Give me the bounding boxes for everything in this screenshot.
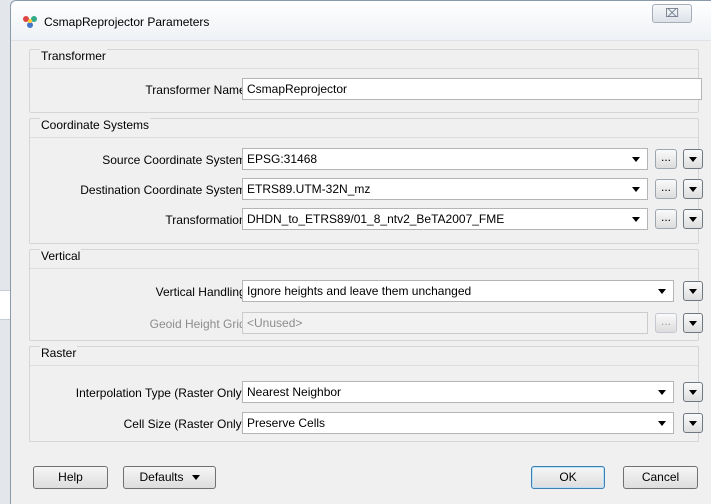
vertical-handling-value: Ignore heights and leave them unchanged (247, 284, 472, 298)
transformation-menu-button[interactable] (683, 209, 703, 229)
transformation-browse-button[interactable]: ... (655, 209, 677, 229)
geoid-browse-button[interactable]: ... (655, 313, 677, 333)
destination-cs-select[interactable]: ETRS89.UTM-32N_mz (242, 178, 648, 200)
background-window-edge (0, 290, 10, 320)
geoid-height-grid-input[interactable]: <Unused> (242, 312, 648, 334)
source-cs-value: EPSG:31468 (247, 152, 318, 166)
group-coordinate-systems: Coordinate Systems Source Coordinate Sys… (29, 118, 703, 244)
group-title-coordinate-systems: Coordinate Systems (40, 118, 151, 132)
parameters-dialog: CsmapReprojector Parameters ⌧ Transforme… (10, 0, 711, 504)
group-separator (30, 365, 698, 366)
transformation-value: DHDN_to_ETRS89/01_8_ntv2_BeTA2007_FME (247, 212, 505, 226)
chevron-down-icon (632, 157, 640, 162)
interpolation-type-value: Nearest Neighbor (247, 385, 342, 399)
cell-size-select[interactable]: Preserve Cells (242, 412, 674, 434)
transformation-select[interactable]: DHDN_to_ETRS89/01_8_ntv2_BeTA2007_FME (242, 208, 648, 230)
group-raster: Raster Interpolation Type (Raster Only):… (29, 346, 703, 442)
chevron-down-icon (632, 187, 640, 192)
geoid-height-grid-label: Geoid Height Grid: (149, 317, 249, 331)
cell-size-menu-button[interactable] (683, 413, 703, 433)
group-vertical: Vertical Vertical Handling: Ignore heigh… (29, 249, 703, 341)
cancel-button[interactable]: Cancel (623, 466, 698, 489)
chevron-down-icon (632, 217, 640, 222)
group-title-raster: Raster (40, 346, 78, 360)
destination-cs-menu-button[interactable] (683, 179, 703, 199)
ok-button[interactable]: OK (531, 466, 605, 489)
group-transformer: Transformer Transformer Name: CsmapRepro… (29, 49, 702, 113)
interpolation-type-menu-button[interactable] (683, 382, 703, 402)
chevron-down-icon (191, 475, 200, 481)
defaults-label: Defaults (139, 470, 184, 484)
window-title: CsmapReprojector Parameters (44, 15, 210, 29)
chevron-down-icon (658, 421, 666, 426)
transformation-label: Transformation: (165, 213, 249, 227)
vertical-handling-label: Vertical Handling: (155, 285, 249, 299)
interpolation-type-label: Interpolation Type (Raster Only): (75, 386, 249, 400)
destination-cs-value: ETRS89.UTM-32N_mz (247, 182, 371, 196)
transformer-name-input[interactable]: CsmapReprojector (242, 78, 702, 100)
destination-cs-label: Destination Coordinate System: (80, 183, 249, 197)
source-cs-browse-button[interactable]: ... (655, 149, 677, 169)
group-separator (30, 268, 698, 269)
source-cs-label: Source Coordinate System: (102, 153, 249, 167)
cell-size-label: Cell Size (Raster Only): (123, 417, 249, 431)
chevron-down-icon (658, 289, 666, 294)
title-bar: CsmapReprojector Parameters ⌧ (11, 1, 711, 41)
defaults-button[interactable]: Defaults (123, 466, 216, 489)
transformer-icon (23, 16, 37, 28)
source-cs-select[interactable]: EPSG:31468 (242, 148, 648, 170)
chevron-down-icon (658, 390, 666, 395)
destination-cs-browse-button[interactable]: ... (655, 179, 677, 199)
group-separator (30, 137, 698, 138)
interpolation-type-select[interactable]: Nearest Neighbor (242, 381, 674, 403)
vertical-handling-menu-button[interactable] (683, 281, 703, 301)
vertical-handling-select[interactable]: Ignore heights and leave them unchanged (242, 280, 674, 302)
close-icon: ⌧ (665, 6, 679, 20)
transformer-name-label: Transformer Name: (145, 83, 249, 97)
group-title-transformer: Transformer (40, 49, 107, 63)
help-button[interactable]: Help (33, 466, 108, 489)
group-title-vertical: Vertical (40, 249, 82, 263)
source-cs-menu-button[interactable] (683, 149, 703, 169)
close-button[interactable]: ⌧ (652, 4, 692, 23)
geoid-menu-button[interactable] (683, 313, 703, 333)
cell-size-value: Preserve Cells (247, 416, 326, 430)
group-separator (30, 68, 698, 69)
